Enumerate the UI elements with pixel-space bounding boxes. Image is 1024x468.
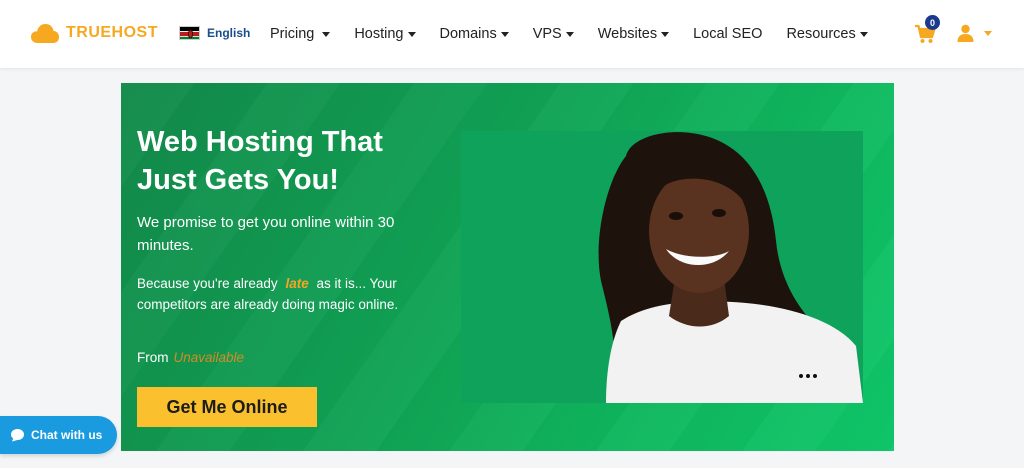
nav-local-seo-label: Local SEO bbox=[693, 26, 763, 42]
nav-websites[interactable]: Websites bbox=[597, 26, 670, 42]
from-label: From bbox=[137, 350, 169, 365]
hero-body-highlight: late bbox=[285, 276, 309, 291]
main-nav: Pricing Hosting Domains VPS Websites Loc… bbox=[270, 0, 892, 68]
hero-banner: Web Hosting That Just Gets You! We promi… bbox=[121, 83, 894, 451]
nav-local-seo[interactable]: Local SEO bbox=[693, 26, 762, 42]
top-navbar: TRUEHOST English Pricing Hosting Domains… bbox=[0, 0, 1024, 68]
nav-websites-label: Websites bbox=[597, 26, 658, 42]
chevron-down-icon bbox=[407, 32, 416, 37]
nav-vps[interactable]: VPS bbox=[533, 26, 574, 42]
hero-photo bbox=[461, 131, 863, 403]
price-from: From Unavailable bbox=[137, 350, 244, 365]
price-value: Unavailable bbox=[173, 350, 245, 365]
nav-pricing-label: Pricing bbox=[270, 26, 315, 42]
nav-hosting-label: Hosting bbox=[354, 26, 404, 42]
chevron-down-icon bbox=[859, 32, 868, 37]
cart-count-badge: 0 bbox=[925, 15, 940, 30]
hero-title: Web Hosting That Just Gets You! bbox=[137, 126, 383, 196]
hero-subtitle: We promise to get you online within 30 m… bbox=[137, 214, 395, 254]
get-me-online-button[interactable]: Get Me Online bbox=[137, 387, 317, 427]
kenya-flag-icon bbox=[179, 26, 200, 40]
cloud-logo-icon bbox=[30, 22, 60, 44]
nav-pricing[interactable]: Pricing bbox=[270, 26, 331, 42]
nav-domains-label: Domains bbox=[439, 26, 497, 42]
user-icon bbox=[957, 24, 974, 42]
language-selector[interactable]: English bbox=[179, 26, 250, 40]
hero-body: Because you're already late as it is... … bbox=[137, 273, 437, 315]
chevron-down-icon bbox=[984, 31, 992, 36]
chat-bubble-icon bbox=[10, 428, 25, 442]
nav-resources[interactable]: Resources bbox=[786, 26, 868, 42]
chevron-down-icon bbox=[565, 32, 574, 37]
user-account-menu[interactable] bbox=[957, 24, 992, 42]
chevron-down-icon bbox=[500, 32, 509, 37]
nav-resources-label: Resources bbox=[786, 26, 856, 42]
carousel-menu-dots-icon[interactable] bbox=[799, 374, 817, 378]
chevron-down-icon bbox=[661, 32, 670, 37]
hero-body-start: Because you're already bbox=[137, 276, 278, 291]
logo-text: TRUEHOST bbox=[66, 24, 158, 41]
chat-label: Chat with us bbox=[31, 428, 103, 442]
chevron-down-icon bbox=[322, 32, 331, 37]
truehost-logo[interactable]: TRUEHOST bbox=[30, 22, 158, 44]
language-label: English bbox=[207, 26, 251, 40]
nav-vps-label: VPS bbox=[532, 26, 562, 42]
nav-hosting[interactable]: Hosting bbox=[354, 26, 416, 42]
cart-button[interactable]: 0 bbox=[914, 15, 940, 44]
nav-domains[interactable]: Domains bbox=[440, 26, 509, 42]
chat-with-us-button[interactable]: Chat with us bbox=[0, 416, 117, 454]
